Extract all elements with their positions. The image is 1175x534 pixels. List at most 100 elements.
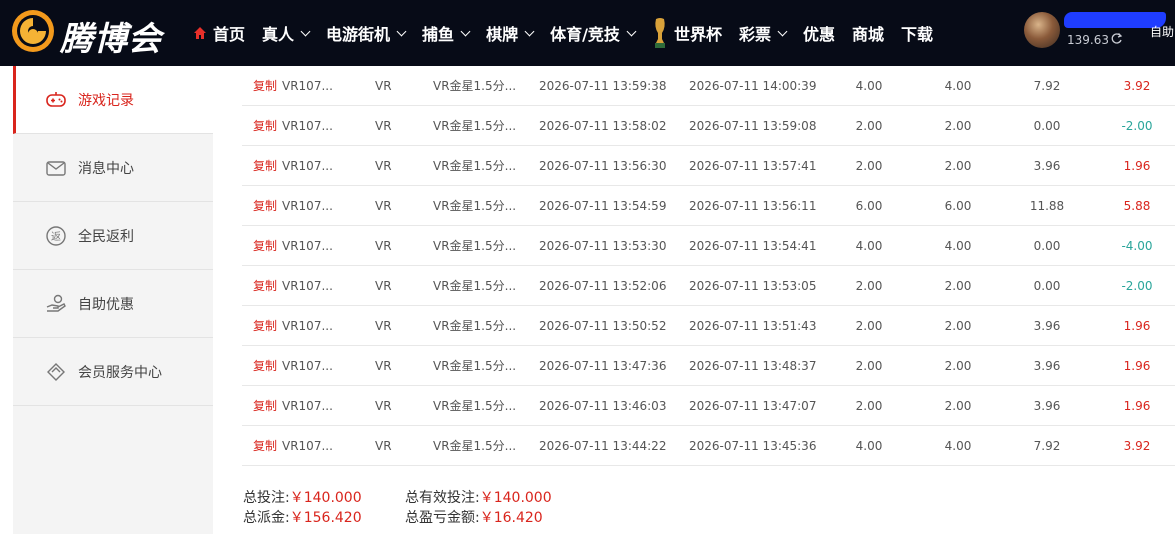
- nav-shop[interactable]: 商城: [852, 21, 884, 45]
- payout: 0.00: [1033, 239, 1061, 253]
- copy-button[interactable]: 复制: [253, 66, 277, 106]
- order-id: VR107...: [282, 359, 333, 373]
- chevron-down-icon: [626, 26, 637, 36]
- profit-loss: -4.00: [1121, 239, 1153, 253]
- game-name: VR金星1.5分...: [433, 399, 517, 413]
- payout: 11.88: [1029, 199, 1065, 213]
- copy-button[interactable]: 复制: [253, 426, 277, 466]
- nav-live-label: 真人: [262, 25, 295, 44]
- game-name: VR金星1.5分...: [433, 279, 517, 293]
- copy-button[interactable]: 复制: [253, 226, 277, 266]
- settle-time: 2026-07-11 13:47:07: [689, 399, 817, 413]
- avatar[interactable]: [1024, 12, 1060, 48]
- total-valid-bet: 总有效投注:￥140.000: [405, 487, 552, 507]
- copy-button[interactable]: 复制: [253, 306, 277, 346]
- profit-loss: 1.96: [1123, 399, 1151, 413]
- settle-time: 2026-07-11 13:57:41: [689, 159, 817, 173]
- profit-loss: 1.96: [1123, 359, 1151, 373]
- nav-slots-label: 电游街机: [326, 25, 391, 44]
- game-name: VR金星1.5分...: [433, 319, 517, 333]
- nav-lottery[interactable]: 彩票: [739, 21, 788, 45]
- nav-home-label: 首页: [213, 25, 246, 44]
- sidebar-item-rebate[interactable]: 返 全民返利: [13, 202, 213, 270]
- valid-bet: 2.00: [944, 279, 972, 293]
- gamepad-icon: [46, 91, 66, 107]
- copy-button[interactable]: 复制: [253, 146, 277, 186]
- valid-bet: 4.00: [944, 239, 972, 253]
- profit-loss: 3.92: [1123, 79, 1151, 93]
- copy-button[interactable]: 复制: [253, 186, 277, 226]
- sidebar-item-game-records[interactable]: 游戏记录: [13, 66, 213, 134]
- settle-time: 2026-07-11 13:51:43: [689, 319, 817, 333]
- game-name: VR金星1.5分...: [433, 359, 517, 373]
- bet-time: 2026-07-11 13:50:52: [539, 319, 667, 333]
- bet-time: 2026-07-11 13:44:22: [539, 439, 667, 453]
- svg-text:返: 返: [51, 231, 61, 243]
- hand-coin-icon: [46, 294, 66, 312]
- sidebar-item-vip-service[interactable]: 会员服务中心: [13, 338, 213, 406]
- total-profit-value: ￥16.420: [479, 510, 543, 526]
- nav-slots[interactable]: 电游街机: [326, 21, 407, 45]
- nav-world-cup[interactable]: 世界杯: [652, 17, 722, 49]
- order-id: VR107...: [282, 79, 333, 93]
- payout: 7.92: [1033, 439, 1061, 453]
- nav-sports[interactable]: 体育/竞技: [550, 21, 637, 45]
- total-profit-label: 总盈亏金额:: [405, 510, 480, 526]
- nav-cards-label: 棋牌: [486, 25, 519, 44]
- sidebar-item-messages[interactable]: 消息中心: [13, 134, 213, 202]
- platform: VR: [375, 439, 392, 453]
- bet-time: 2026-07-11 13:56:30: [539, 159, 667, 173]
- bet-time: 2026-07-11 13:59:38: [539, 79, 667, 93]
- bet-amount: 2.00: [855, 279, 883, 293]
- platform: VR: [375, 199, 392, 213]
- bet-amount: 2.00: [855, 119, 883, 133]
- refresh-icon[interactable]: [1110, 32, 1123, 45]
- total-payout-label: 总派金:: [243, 510, 290, 526]
- sidebar-item-label: 自助优惠: [78, 296, 134, 313]
- settle-time: 2026-07-11 14:00:39: [689, 79, 817, 93]
- profit-loss: 3.92: [1123, 439, 1151, 453]
- nav-cards[interactable]: 棋牌: [486, 21, 535, 45]
- brand-logo[interactable]: 腾博会: [10, 6, 170, 58]
- nav-home[interactable]: 首页: [193, 21, 245, 45]
- nav-download-label: 下载: [901, 25, 934, 44]
- bet-time: 2026-07-11 13:52:06: [539, 279, 667, 293]
- profit-loss: -2.00: [1121, 279, 1153, 293]
- top-nav-bar: 腾博会 首页 真人 电游街机 捕鱼 棋牌 体育/竞技 世界杯 彩票 优惠 商城 …: [0, 0, 1175, 66]
- platform: VR: [375, 319, 392, 333]
- bet-amount: 2.00: [855, 399, 883, 413]
- sidebar-item-self-promo[interactable]: 自助优惠: [13, 270, 213, 338]
- nav-fishing[interactable]: 捕鱼: [422, 21, 471, 45]
- copy-button[interactable]: 复制: [253, 346, 277, 386]
- copy-button[interactable]: 复制: [253, 386, 277, 426]
- diamond-icon: [47, 362, 65, 381]
- bet-amount: 4.00: [855, 439, 883, 453]
- valid-bet: 2.00: [944, 319, 972, 333]
- chevron-down-icon: [300, 26, 311, 36]
- order-id: VR107...: [282, 239, 333, 253]
- order-id: VR107...: [282, 279, 333, 293]
- copy-button[interactable]: 复制: [253, 106, 277, 146]
- platform: VR: [375, 399, 392, 413]
- mail-icon: [46, 160, 66, 176]
- order-id: VR107...: [282, 159, 333, 173]
- valid-bet: 2.00: [944, 399, 972, 413]
- main-nav: 首页 真人 电游街机 捕鱼 棋牌 体育/竞技 世界杯 彩票 优惠 商城 下载: [193, 0, 950, 66]
- bet-time: 2026-07-11 13:53:30: [539, 239, 667, 253]
- game-name: VR金星1.5分...: [433, 439, 517, 453]
- sidebar-item-label: 全民返利: [78, 228, 134, 245]
- game-name: VR金星1.5分...: [433, 239, 517, 253]
- table-row: 复制 VR107... VR VR金星1.5分... 2026-07-11 13:52:…: [242, 266, 1175, 306]
- total-profit: 总盈亏金额:￥16.420: [405, 507, 543, 527]
- payout: 3.96: [1033, 399, 1061, 413]
- nav-live[interactable]: 真人: [262, 21, 311, 45]
- nav-promotions[interactable]: 优惠: [803, 21, 835, 45]
- nav-download[interactable]: 下载: [901, 21, 933, 45]
- copy-button[interactable]: 复制: [253, 266, 277, 306]
- payout: 0.00: [1033, 119, 1061, 133]
- order-id: VR107...: [282, 199, 333, 213]
- self-service-link[interactable]: 自助: [1150, 23, 1174, 40]
- table-row: 复制 VR107... VR VR金星1.5分... 2026-07-11 13:54:…: [242, 186, 1175, 226]
- chevron-down-icon: [396, 26, 407, 36]
- bet-amount: 2.00: [855, 319, 883, 333]
